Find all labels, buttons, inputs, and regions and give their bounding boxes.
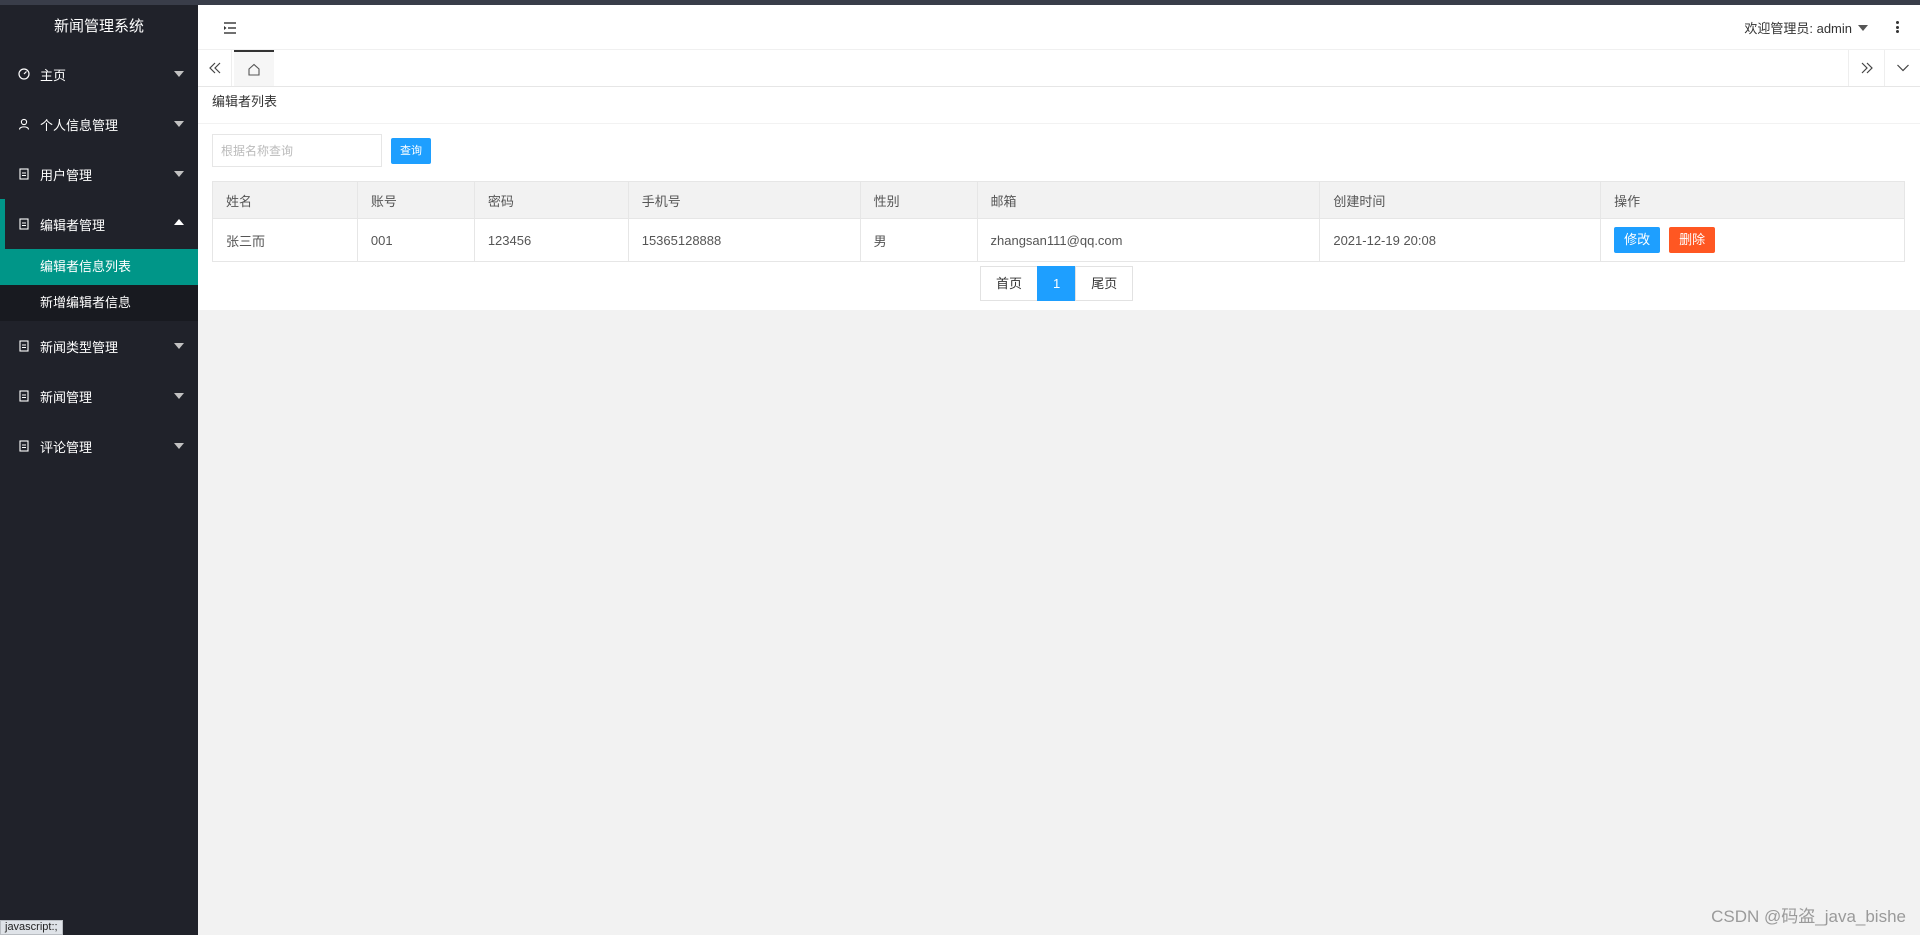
tab-home[interactable] bbox=[234, 50, 274, 86]
cell-actions: 修改 删除 bbox=[1600, 218, 1905, 262]
menu-toggle-icon[interactable] bbox=[222, 21, 238, 35]
tab-options-icon[interactable] bbox=[1884, 50, 1920, 86]
sidebar-item-label: 编辑者管理 bbox=[40, 217, 106, 233]
editor-table: 姓名 账号 密码 手机号 性别 邮箱 创建时间 操作 张三而 001 12345… bbox=[212, 181, 1905, 262]
home-icon bbox=[248, 63, 260, 76]
app-title: 新闻管理系统 bbox=[53, 18, 144, 35]
main-content: 编辑者列表 查询 姓名 账号 密码 手机号 性别 邮箱 创建时间 操作 张三而 bbox=[198, 87, 1920, 310]
chevron-down-icon bbox=[174, 393, 184, 399]
column-header-password: 密码 bbox=[473, 181, 629, 219]
chevron-down-icon bbox=[174, 71, 184, 77]
column-header-actions: 操作 bbox=[1600, 181, 1905, 219]
sidebar-item-news-types[interactable]: 新闻类型管理 bbox=[0, 321, 198, 371]
chevron-down-icon bbox=[174, 121, 184, 127]
sidebar-item-label: 个人信息管理 bbox=[40, 117, 119, 133]
sidebar-subitem-editor-list[interactable]: 编辑者信息列表 bbox=[0, 249, 198, 285]
chevron-down-icon bbox=[174, 343, 184, 349]
edit-button[interactable]: 修改 bbox=[1614, 227, 1661, 253]
search-row: 查询 bbox=[212, 134, 431, 167]
file-icon bbox=[18, 340, 30, 352]
cell-gender: 男 bbox=[859, 218, 978, 262]
column-header-name: 姓名 bbox=[212, 181, 358, 219]
tab-scroll-right-icon[interactable] bbox=[1848, 50, 1884, 86]
more-options-icon[interactable] bbox=[1894, 19, 1900, 35]
sidebar-item-label: 主页 bbox=[40, 67, 67, 83]
chevron-up-icon bbox=[174, 219, 184, 225]
watermark: CSDN @码盗_java_bishe bbox=[1711, 907, 1906, 926]
sidebar-submenu-editors: 编辑者信息列表 新增编辑者信息 bbox=[0, 249, 198, 321]
cell-created: 2021-12-19 20:08 bbox=[1319, 218, 1602, 262]
chevron-down-icon bbox=[174, 443, 184, 449]
cell-account: 001 bbox=[356, 218, 475, 262]
caret-down-icon bbox=[1858, 24, 1868, 31]
table-header-row: 姓名 账号 密码 手机号 性别 邮箱 创建时间 操作 bbox=[212, 181, 1905, 219]
sidebar: 新闻管理系统 主页 个人信息管理 用户管理 编辑者管理 编辑者信息列表 新增编辑… bbox=[0, 5, 198, 935]
sidebar-item-profile[interactable]: 个人信息管理 bbox=[0, 99, 198, 149]
column-header-email: 邮箱 bbox=[976, 181, 1321, 219]
sidebar-item-label: 新闻类型管理 bbox=[40, 339, 119, 355]
sidebar-item-label: 新闻管理 bbox=[40, 389, 93, 405]
cell-email: zhangsan111@qq.com bbox=[976, 218, 1321, 262]
column-header-account: 账号 bbox=[356, 181, 475, 219]
page-title: 编辑者列表 bbox=[198, 87, 1920, 124]
sidebar-item-users[interactable]: 用户管理 bbox=[0, 149, 198, 199]
tab-scroll-left-icon[interactable] bbox=[198, 50, 232, 86]
file-icon bbox=[18, 440, 30, 452]
user-menu[interactable]: 欢迎管理员: admin bbox=[1744, 18, 1868, 37]
pager-current-page[interactable]: 1 bbox=[1037, 266, 1077, 301]
pager-first-button[interactable]: 首页 bbox=[980, 266, 1039, 301]
browser-status-bar: javascript:; bbox=[0, 920, 63, 935]
dashboard-icon bbox=[18, 68, 30, 80]
cell-phone: 15365128888 bbox=[627, 218, 861, 262]
sidebar-subitem-add-editor[interactable]: 新增编辑者信息 bbox=[0, 285, 198, 321]
cell-password: 123456 bbox=[473, 218, 629, 262]
pagination: 首页 1 尾页 bbox=[980, 266, 1134, 301]
file-icon bbox=[18, 390, 30, 402]
file-icon bbox=[18, 218, 30, 230]
sidebar-item-editors[interactable]: 编辑者管理 bbox=[0, 199, 198, 249]
sidebar-item-comments[interactable]: 评论管理 bbox=[0, 421, 198, 471]
sidebar-item-label: 用户管理 bbox=[40, 167, 93, 183]
table-row: 张三而 001 123456 15365128888 男 zhangsan111… bbox=[212, 218, 1905, 262]
search-button[interactable]: 查询 bbox=[391, 137, 431, 164]
column-header-gender: 性别 bbox=[859, 181, 978, 219]
column-header-phone: 手机号 bbox=[627, 181, 861, 219]
column-header-created: 创建时间 bbox=[1319, 181, 1602, 219]
user-label: 欢迎管理员: admin bbox=[1744, 21, 1852, 36]
chevron-down-icon bbox=[174, 171, 184, 177]
search-input[interactable] bbox=[212, 134, 382, 167]
tab-bar bbox=[198, 50, 1920, 87]
user-icon bbox=[18, 118, 30, 130]
delete-button[interactable]: 删除 bbox=[1669, 227, 1716, 253]
sidebar-item-home[interactable]: 主页 bbox=[0, 49, 198, 99]
top-header: 欢迎管理员: admin bbox=[198, 5, 1920, 50]
file-icon bbox=[18, 168, 30, 180]
sidebar-item-label: 评论管理 bbox=[40, 439, 93, 455]
cell-name: 张三而 bbox=[212, 218, 358, 262]
pager-last-button[interactable]: 尾页 bbox=[1075, 266, 1134, 301]
sidebar-item-news[interactable]: 新闻管理 bbox=[0, 371, 198, 421]
